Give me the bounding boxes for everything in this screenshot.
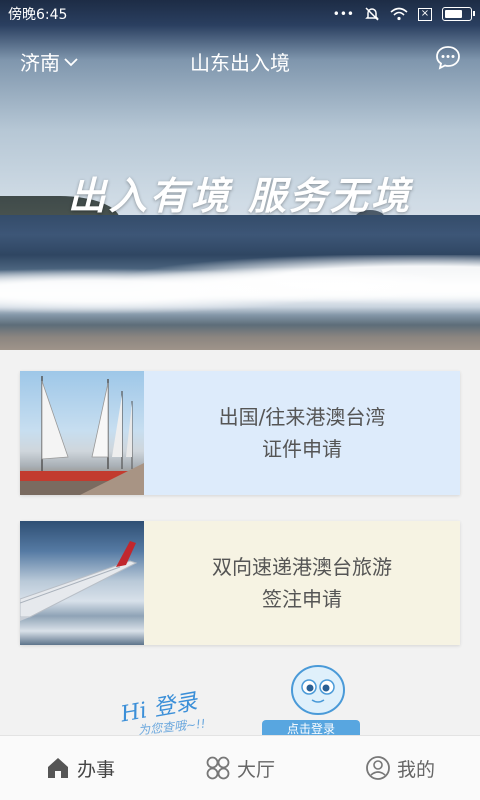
page-title: 山东出入境 — [190, 51, 290, 75]
mute-bell-icon — [365, 7, 379, 21]
status-time: 傍晚6:45 — [8, 7, 68, 23]
home-icon — [47, 758, 68, 778]
card-title-line1: 出国/往来港澳台湾 — [218, 405, 386, 429]
card-text: 双向速递港澳台旅游 签注申请 — [144, 521, 460, 645]
visa-endorsement-card[interactable]: 双向速递港澳台旅游 签注申请 — [20, 521, 460, 645]
tab-hall-label: 大厅 — [236, 758, 275, 781]
tab-affairs[interactable]: 办事 — [0, 736, 160, 800]
mascot-icon — [291, 665, 345, 715]
tab-affairs-label: 办事 — [76, 758, 115, 781]
status-bar: 傍晚6:45 ••• × — [0, 0, 480, 28]
battery-icon — [442, 7, 475, 21]
message-icon[interactable] — [434, 44, 462, 72]
airplane-wing-photo — [20, 521, 144, 645]
user-icon — [366, 756, 390, 780]
card-title-line2: 证件申请 — [262, 437, 342, 461]
passport-application-card[interactable]: 出国/往来港澳台湾 证件申请 — [20, 371, 460, 495]
login-promo[interactable]: Hi 登录 为您查哦~!! 点击登录 — [110, 660, 370, 738]
sailboat-photo — [20, 371, 144, 495]
more-dots-icon: ••• — [332, 7, 354, 21]
hero-slogan: 出入有境 服务无境 — [67, 173, 413, 218]
card-title-line2: 签注申请 — [262, 587, 342, 611]
status-icons: ••• × — [332, 6, 475, 22]
tab-mine-label: 我的 — [396, 758, 435, 781]
wifi-icon — [390, 7, 408, 21]
grid-icon — [206, 756, 230, 780]
tab-hall[interactable]: 大厅 — [160, 736, 320, 800]
wave-foam — [0, 255, 480, 315]
bottom-nav: 办事 大厅 我的 — [0, 735, 480, 800]
card-title-line1: 双向速递港澳台旅游 — [212, 555, 392, 579]
sim-off-icon: × — [418, 7, 432, 21]
card-text: 出国/往来港澳台湾 证件申请 — [144, 371, 460, 495]
tab-mine[interactable]: 我的 — [320, 736, 480, 800]
hero-banner: 傍晚6:45 ••• × 济南 山东出入境 出入有境 服务无境 — [0, 0, 480, 350]
top-bar: 济南 山东出入境 — [0, 40, 480, 80]
